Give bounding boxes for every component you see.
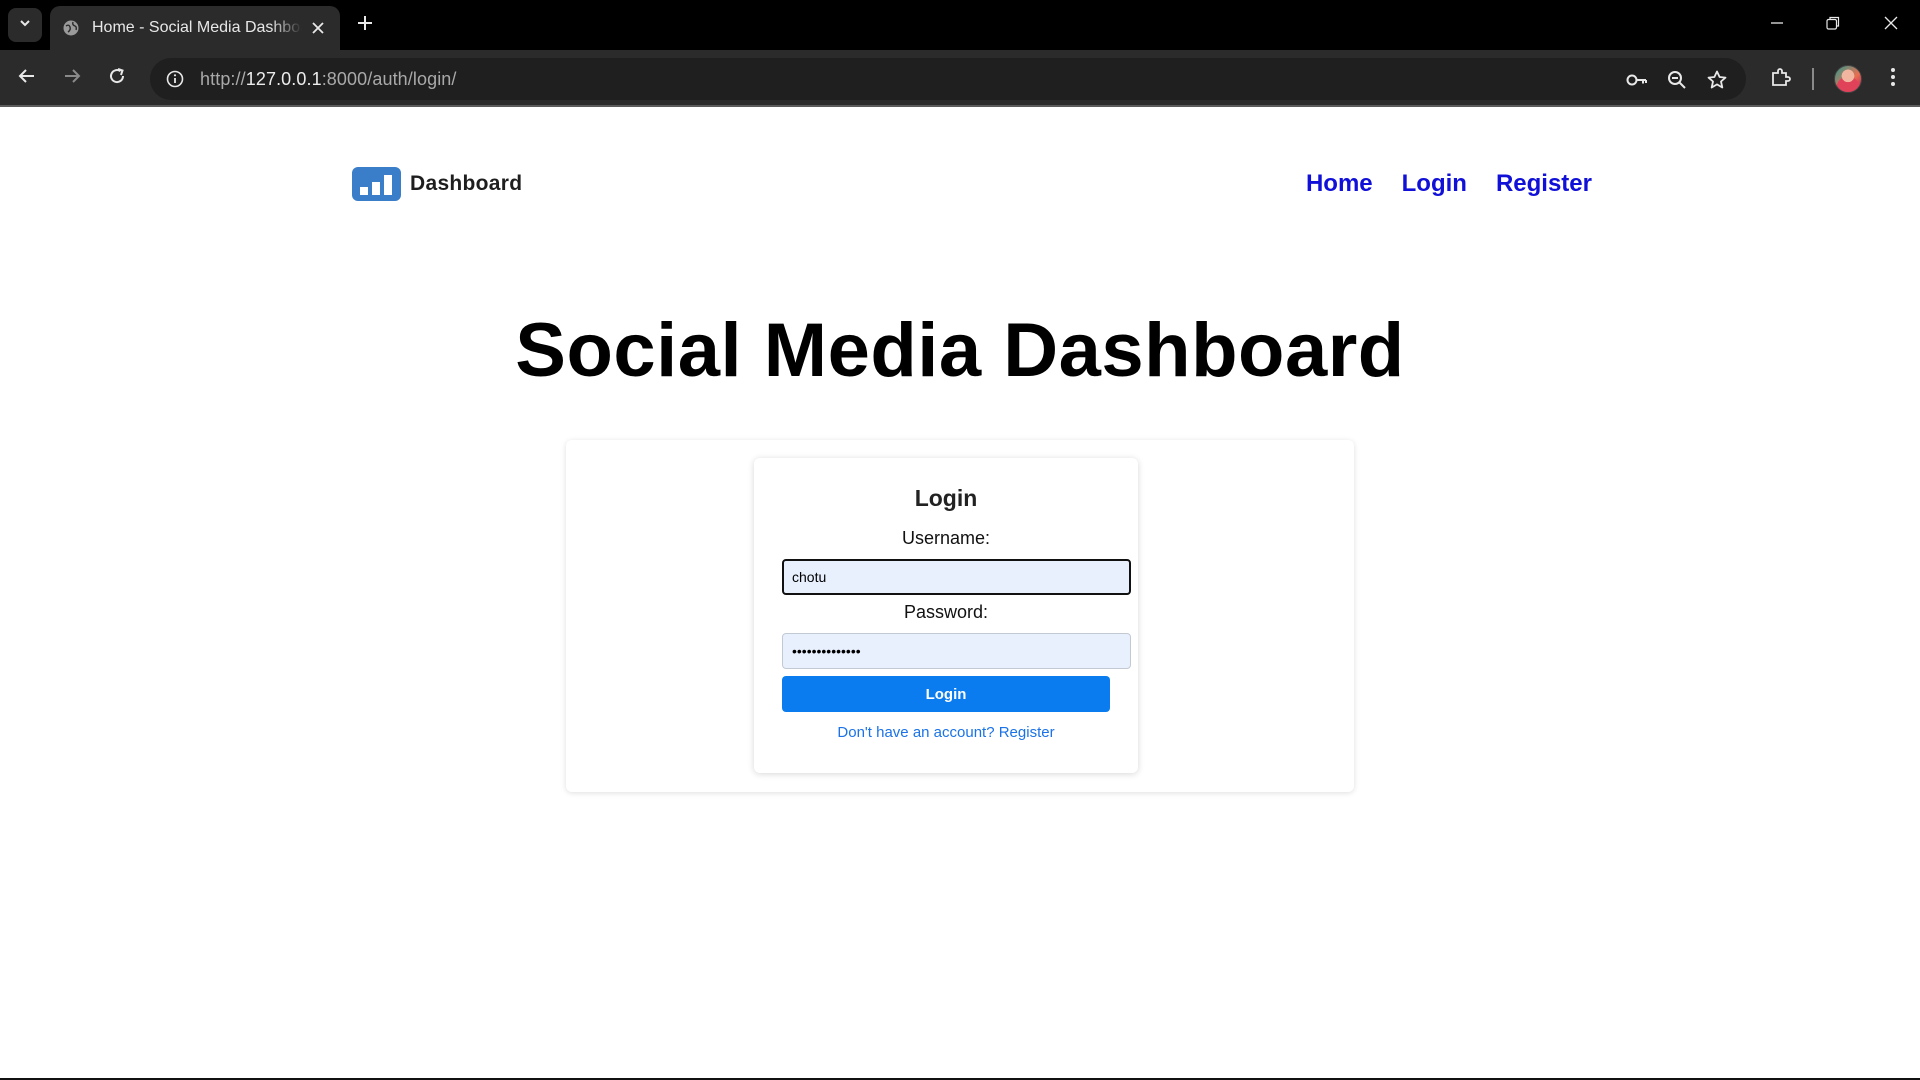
menu-icon — [1890, 67, 1896, 92]
url-host: 127.0.0.1 — [245, 68, 322, 89]
info-icon[interactable] — [154, 58, 196, 100]
site-logo[interactable]: Dashboard — [352, 167, 522, 201]
close-window-button[interactable] — [1871, 8, 1911, 42]
url-prefix: http:// — [200, 68, 246, 89]
extensions-button[interactable] — [1764, 62, 1798, 96]
reload-icon — [108, 67, 126, 90]
forward-icon — [63, 67, 81, 90]
plus-icon — [357, 15, 373, 36]
logo-text: Dashboard — [410, 172, 523, 195]
chevron-down-icon — [18, 16, 32, 35]
browser-menu-button[interactable] — [1876, 62, 1910, 96]
page-title: Social Media Dashboard — [515, 308, 1405, 393]
minimize-icon — [1770, 16, 1784, 35]
address-bar[interactable]: http://127.0.0.1:8000/auth/login/ — [150, 58, 1746, 100]
profile-avatar[interactable] — [1834, 65, 1862, 93]
back-button[interactable] — [11, 62, 43, 94]
key-icon[interactable] — [1624, 67, 1650, 93]
username-label: Username: — [901, 528, 991, 548]
bar-chart-icon — [352, 167, 401, 201]
nav-link-register[interactable]: Register — [1496, 170, 1592, 198]
new-tab-button[interactable] — [352, 12, 378, 38]
password-label: Password: — [903, 602, 989, 622]
zoom-icon[interactable] — [1664, 67, 1690, 93]
reload-button[interactable] — [101, 62, 133, 94]
login-form: Login Username: chotu Password: ••••••••… — [754, 458, 1138, 773]
browser-toolbar: http://127.0.0.1:8000/auth/login/ — [0, 50, 1920, 107]
back-icon — [18, 67, 36, 90]
star-icon[interactable] — [1704, 67, 1730, 93]
toolbar-divider — [1812, 68, 1814, 90]
tab-title: Home - Social Media Dashboard — [92, 19, 302, 36]
close-icon[interactable] — [308, 18, 328, 38]
restore-icon — [1826, 16, 1840, 35]
page-body: Dashboard Home Login Register Social Med… — [0, 109, 1920, 1078]
username-input[interactable]: chotu — [782, 559, 1131, 595]
nav-link-login[interactable]: Login — [1402, 170, 1467, 198]
active-tab[interactable]: Home - Social Media Dashboard — [50, 6, 340, 50]
url-path: :8000/auth/login/ — [321, 68, 457, 89]
register-link[interactable]: Don't have an account? Register — [754, 724, 1138, 741]
minimize-button[interactable] — [1757, 8, 1797, 42]
password-input[interactable]: •••••••••••••• — [782, 633, 1131, 669]
extensions-icon — [1770, 66, 1792, 93]
main-nav: Home Login Register — [1306, 170, 1592, 198]
tab-search-button[interactable] — [8, 8, 42, 42]
url-text: http://127.0.0.1:8000/auth/login/ — [200, 69, 457, 90]
login-button[interactable]: Login — [782, 676, 1110, 712]
forward-button[interactable] — [56, 62, 88, 94]
close-window-icon — [1884, 16, 1898, 35]
restore-button[interactable] — [1813, 8, 1853, 42]
login-title: Login — [914, 485, 978, 511]
globe-icon — [62, 19, 80, 37]
tab-strip: Home - Social Media Dashboard — [0, 0, 1920, 50]
nav-link-home[interactable]: Home — [1306, 170, 1373, 198]
